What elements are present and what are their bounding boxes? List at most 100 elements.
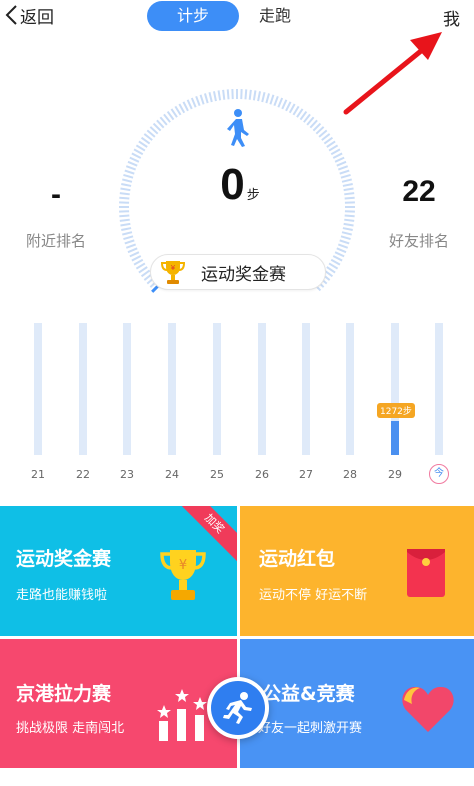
friend-rank-label[interactable]: 好友排名: [383, 230, 455, 251]
gauge-tick: [190, 97, 197, 108]
gauge-tick: [120, 187, 131, 192]
gauge-tick: [248, 89, 252, 100]
gauge-tick: [127, 160, 138, 167]
tile-charity-race[interactable]: 公益&竞赛 好友一起刺激开赛: [240, 639, 474, 768]
gauge-tick: [273, 95, 279, 107]
tab-pedometer[interactable]: 计步: [147, 1, 239, 31]
nearby-rank-label[interactable]: 附近排名: [22, 230, 90, 251]
gauge-tick: [133, 148, 144, 156]
gauge-tick: [285, 101, 292, 112]
gauge-tick: [337, 243, 349, 249]
gauge-tick: [131, 152, 142, 159]
day-bar-fill: [391, 421, 399, 455]
gauge-tick: [321, 133, 331, 141]
gauge-tick: [343, 187, 354, 192]
gauge-tick: [344, 214, 355, 218]
day-label: 22: [76, 468, 90, 481]
back-label: 返回: [20, 7, 54, 28]
tile-rally-race[interactable]: 京港拉力赛 挑战极限 走南闯北: [0, 639, 237, 768]
gauge-tick: [265, 93, 270, 104]
tile-title: 运动红包: [259, 548, 336, 570]
runner-icon: [223, 692, 252, 724]
tile-red-packet[interactable]: 运动红包 运动不停 好运不断: [240, 506, 474, 636]
gauge-tick: [121, 182, 132, 187]
gauge-tick: [163, 113, 171, 123]
gauge-tick: [140, 269, 151, 278]
start-run-button-inner: [211, 681, 265, 735]
gauge-tick: [330, 258, 341, 266]
gauge-tick: [326, 140, 336, 148]
bottom-spacer: [0, 768, 474, 786]
tile-title: 公益&竞赛: [262, 683, 355, 705]
tab-walk-run[interactable]: 走跑: [251, 1, 331, 31]
tile-subtitle: 走路也能赚钱啦: [16, 588, 108, 603]
gauge-tick: [140, 136, 151, 145]
gauge-tick: [342, 227, 353, 232]
gauge-tick: [135, 144, 146, 152]
gauge-tick: [122, 231, 133, 236]
gauge-tick: [281, 99, 288, 110]
start-run-button[interactable]: [207, 677, 269, 739]
step-history-chart: 21 22 23 24 25 26 27 28 1272步 29 今: [0, 315, 474, 490]
gauge-tick: [343, 222, 354, 227]
gauge-tick: [328, 144, 339, 152]
prize-race-chip[interactable]: ¥ 运动奖金赛: [150, 254, 326, 290]
gauge-tick: [252, 90, 257, 101]
gauge-tick: [129, 251, 140, 258]
day-bar-track: [346, 323, 354, 455]
day-bar-track: [258, 323, 266, 455]
gauge-tick: [127, 247, 138, 254]
tile-title: 运动奖金赛: [16, 548, 112, 570]
gauge-tick: [195, 95, 201, 107]
gauge-tick: [341, 231, 352, 236]
gauge-tick: [178, 103, 186, 114]
gauge-tick: [332, 152, 343, 159]
gauge-tick: [119, 196, 130, 200]
gauge-tick: [277, 97, 284, 108]
gauge-tick: [120, 222, 131, 227]
day-bar-track: [168, 323, 176, 455]
gauge-tick: [339, 239, 350, 245]
tile-prize-race[interactable]: 运动奖金赛 走路也能赚钱啦 加奖 ¥: [0, 506, 237, 636]
gauge-tick: [208, 92, 213, 103]
day-bar-track: [123, 323, 131, 455]
gauge-tick: [334, 156, 345, 163]
gauge-tick: [323, 136, 334, 145]
gauge-tick: [337, 165, 349, 171]
day-label: 24: [165, 468, 179, 481]
gauge-tick: [119, 214, 130, 218]
gauge-tick: [182, 101, 189, 112]
today-badge: 今: [429, 464, 449, 484]
day-label: 27: [299, 468, 313, 481]
svg-text:¥: ¥: [171, 264, 176, 272]
gauge-tick: [261, 92, 266, 103]
tile-subtitle: 运动不停 好运不断: [259, 588, 368, 603]
red-envelope-icon: [407, 549, 445, 597]
gauge-tick: [123, 235, 134, 240]
back-button[interactable]: 返回: [4, 3, 54, 28]
day-label: 28: [343, 468, 357, 481]
gauge-tick: [199, 94, 205, 105]
gauge-tick: [125, 165, 137, 171]
tile-subtitle: 挑战极限 走南闯北: [16, 721, 125, 736]
gauge-tick: [119, 192, 130, 196]
gauge-tick: [342, 182, 353, 187]
gauge-tick: [123, 174, 134, 179]
gauge-tick: [125, 243, 137, 249]
gauge-tick: [135, 262, 146, 270]
friend-rank-value: 22: [402, 175, 436, 208]
gauge-tick: [133, 258, 144, 266]
today-steps: 0步: [180, 160, 300, 210]
day-label: 21: [31, 468, 45, 481]
gauge-tick: [170, 108, 178, 118]
gauge-tick: [339, 169, 350, 175]
gauge-tick: [344, 196, 355, 200]
walker-icon: [227, 109, 249, 147]
gauge-tick: [303, 113, 311, 123]
heart-icon: [402, 686, 454, 732]
steps-count: 0: [220, 160, 245, 209]
gauge-tick: [129, 156, 140, 163]
gauge-tick: [296, 108, 304, 118]
gauge-tick: [328, 262, 339, 270]
day-label: 23: [120, 468, 134, 481]
